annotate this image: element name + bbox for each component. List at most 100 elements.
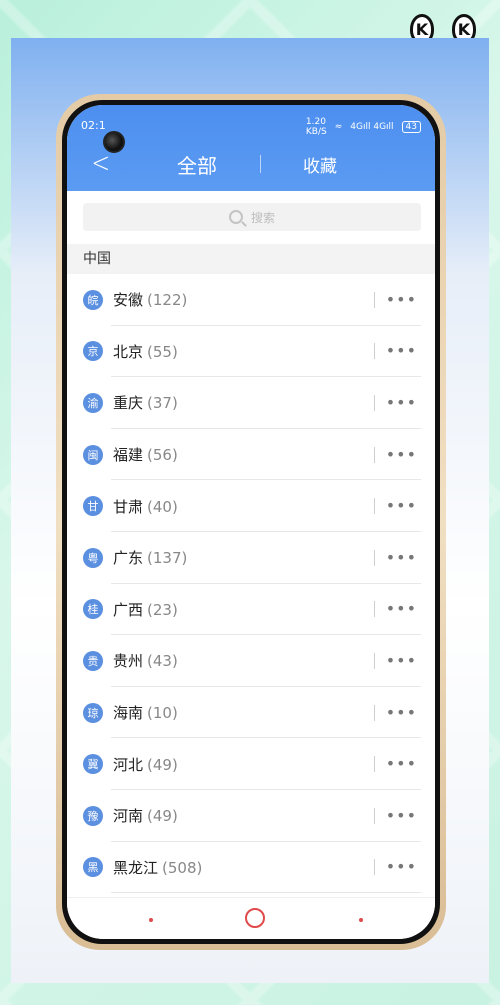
home-circle-icon[interactable] [245,908,265,928]
list-item[interactable]: 闽福建 (56) ••• [67,429,435,481]
province-name: 广东 [113,549,144,568]
back-arrow-icon[interactable]: < [91,149,110,177]
list-item[interactable]: 琼海南 (10) ••• [67,687,435,739]
province-label: 贵州 (43) [113,650,178,671]
row-divider [374,652,375,669]
province-name: 海南 [113,704,144,723]
province-badge: 黑 [83,857,103,878]
province-count: (37) [147,394,178,413]
network-speed: 1.20​KB/S [305,117,327,137]
tab-divider [260,155,261,173]
row-divider [374,343,375,360]
more-icon[interactable]: ••• [386,498,417,514]
province-name: 安徽 [113,291,144,310]
province-name: 北京 [113,342,144,361]
section-header: 中国 [67,244,435,274]
search-icon [228,210,243,224]
phone-screen: 02:1 1.20​KB/S ≈ 4Gıll 4Gıll 43 < 全部 收藏 [67,105,435,939]
province-name: 广西 [113,600,144,619]
more-icon[interactable]: ••• [386,343,417,359]
province-label: 安徽 (122) [113,289,187,310]
row-divider [374,859,375,876]
province-badge: 甘 [83,496,103,517]
province-count: (137) [147,549,188,568]
province-count: (40) [147,497,178,516]
list-item[interactable]: 冀河北 (49) ••• [67,738,435,790]
list-item[interactable]: 贵贵州 (43) ••• [67,635,435,687]
list-item[interactable]: 豫河南 (49) ••• [67,790,435,842]
search-input[interactable]: 搜索 [83,203,421,231]
province-label: 福建 (56) [113,444,178,465]
search-placeholder: 搜索 [250,210,275,225]
more-icon[interactable]: ••• [386,704,417,720]
more-icon[interactable]: ••• [386,652,417,668]
province-count: (43) [147,652,178,671]
province-label: 黑龙江 (508) [113,857,202,878]
province-name: 黑龙江 [113,858,159,877]
status-bar: 02:1 1.20​KB/S ≈ 4Gıll 4Gıll 43 [81,117,421,137]
row-divider [374,394,375,411]
province-label: 重庆 (37) [113,392,178,413]
list-item[interactable]: 京北京 (55) ••• [67,326,435,378]
province-count: (122) [147,291,188,310]
province-badge: 桂 [83,599,103,620]
row-divider [374,498,375,515]
bottom-nav-bar [67,897,435,939]
province-name: 重庆 [113,394,144,413]
row-separator [111,892,421,894]
signal-icons: 4Gıll 4Gıll [350,122,394,132]
more-icon[interactable]: ••• [386,807,417,823]
province-badge: 豫 [83,805,103,826]
battery-icon: 43 [401,121,421,133]
province-badge: 闽 [83,444,103,465]
tab-favorites[interactable]: 收藏 [303,152,337,177]
list-item[interactable]: 甘甘肃 (40) ••• [67,480,435,532]
row-divider [374,549,375,566]
province-badge: 皖 [83,289,103,310]
status-time: 02:1 [81,119,106,132]
more-icon[interactable]: ••• [386,859,417,875]
more-icon[interactable]: ••• [386,601,417,617]
row-divider [374,807,375,824]
phone-frame: 02:1 1.20​KB/S ≈ 4Gıll 4Gıll 43 < 全部 收藏 [56,94,446,950]
province-name: 甘肃 [113,497,144,516]
back-dot-icon[interactable] [359,918,363,922]
more-icon[interactable]: ••• [386,756,417,772]
province-name: 河北 [113,755,144,774]
nav-bar: < 全部 收藏 [67,149,435,179]
province-count: (49) [147,755,178,774]
tab-all[interactable]: 全部 [177,150,217,179]
more-icon[interactable]: ••• [386,291,417,307]
province-badge: 贵 [83,650,103,671]
province-count: (23) [147,600,178,619]
province-list: 皖安徽 (122) ••• 京北京 (55) ••• 渝重庆 (37) ••• 闽福建 (56) ••… [67,274,435,894]
province-count: (56) [147,446,178,465]
province-label: 河北 (49) [113,754,178,775]
more-icon[interactable]: ••• [386,549,417,565]
list-item[interactable]: 皖安徽 (122) ••• [67,274,435,326]
province-count: (10) [147,704,178,723]
row-divider [374,291,375,308]
list-item[interactable]: 黑黑龙江 (508) ••• [67,842,435,894]
row-divider [374,446,375,463]
province-count: (49) [147,807,178,826]
province-name: 贵州 [113,652,144,671]
province-name: 福建 [113,446,144,465]
province-badge: 渝 [83,392,103,413]
menu-dot-icon[interactable] [149,918,153,922]
row-divider [374,601,375,618]
more-icon[interactable]: ••• [386,446,417,462]
row-divider [374,756,375,773]
list-item[interactable]: 桂广西 (23) ••• [67,584,435,636]
list-item[interactable]: 粤广东 (137) ••• [67,532,435,584]
province-label: 北京 (55) [113,341,178,362]
list-item[interactable]: 渝重庆 (37) ••• [67,377,435,429]
more-icon[interactable]: ••• [386,394,417,410]
province-label: 广东 (137) [113,547,187,568]
province-badge: 冀 [83,754,103,775]
province-count: (55) [147,342,178,361]
province-count: (508) [162,858,203,877]
province-label: 甘肃 (40) [113,496,178,517]
province-label: 广西 (23) [113,599,178,620]
front-camera [103,131,125,153]
